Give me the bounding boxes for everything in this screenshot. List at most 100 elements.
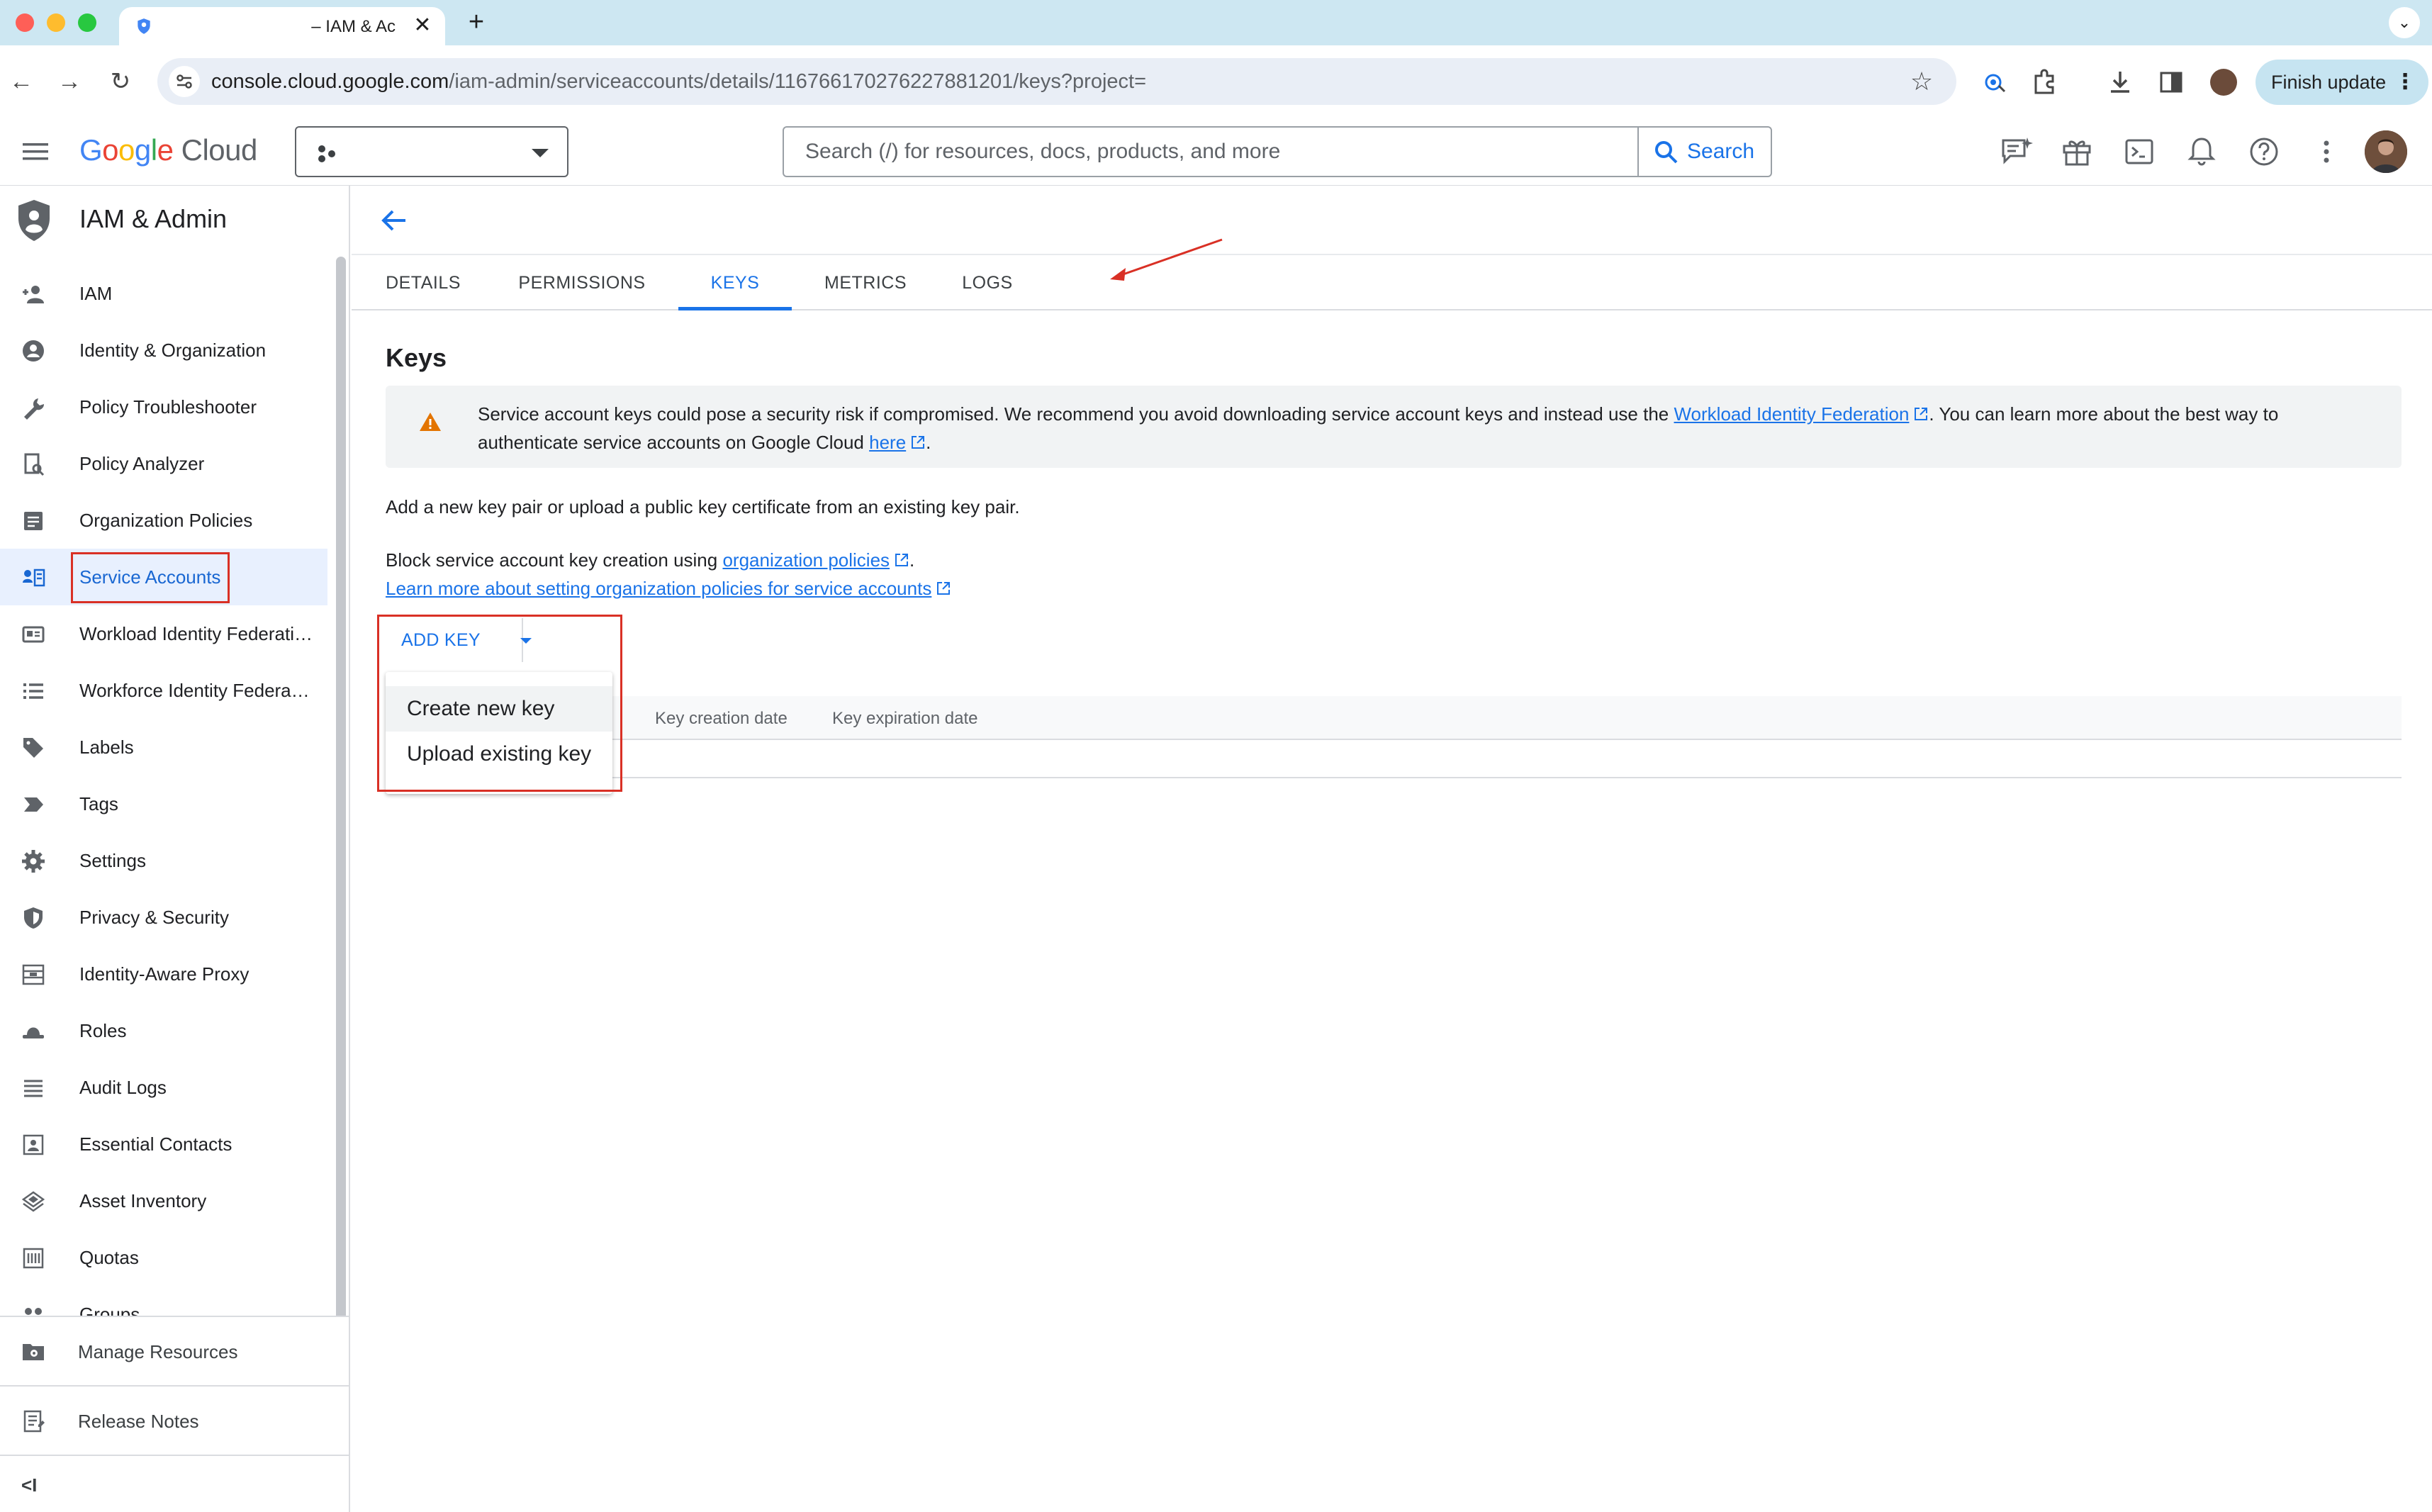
- chevron-down-icon: [532, 149, 549, 157]
- chat-spark-icon[interactable]: [1999, 135, 2033, 169]
- extensions-puzzle-icon[interactable]: [2029, 66, 2061, 99]
- sidebar-item-iam[interactable]: IAM: [0, 265, 327, 322]
- tab-details[interactable]: DETAILS: [386, 255, 461, 310]
- sidebar-item-label: Policy Troubleshooter: [79, 396, 257, 418]
- logo-letter: o: [118, 133, 135, 167]
- sidebar-item-label: Workforce Identity Federation: [79, 680, 313, 701]
- help-icon[interactable]: [2247, 135, 2281, 169]
- cloud-shell-icon[interactable]: [2122, 135, 2156, 169]
- workload-identity-federation-link[interactable]: Workload Identity Federation: [1674, 403, 1909, 425]
- address-bar[interactable]: console.cloud.google.com/iam-admin/servi…: [157, 58, 1956, 105]
- collapse-sidebar-button[interactable]: <I: [21, 1474, 37, 1496]
- sidebar-item-asset-inventory[interactable]: Asset Inventory: [0, 1172, 327, 1229]
- sidebar-item-privacy-security[interactable]: Privacy & Security: [0, 889, 327, 946]
- sidebar-item-label: Asset Inventory: [79, 1190, 207, 1211]
- annotation-highlight-box: [71, 552, 230, 603]
- sidebar-item-tags[interactable]: Tags: [0, 775, 327, 832]
- annotation-highlight-box: [377, 615, 622, 792]
- column-header-key-creation-date[interactable]: Key creation date: [655, 709, 788, 729]
- learn-more-here-link[interactable]: here: [869, 432, 906, 453]
- browser-toolbar: ← → ↻ console.cloud.google.com/iam-admin…: [0, 45, 2432, 118]
- column-header-key-expiration-date[interactable]: Key expiration date: [832, 709, 977, 729]
- sidebar-item-identity-aware-proxy[interactable]: Identity-Aware Proxy: [0, 946, 327, 1002]
- browser-tab[interactable]: – IAM & Ac ✕: [119, 7, 445, 45]
- quota-icon: [23, 1248, 44, 1269]
- sidebar-item-label: Tags: [79, 793, 118, 814]
- warning-text-part: .: [926, 432, 931, 453]
- folder-gear-icon: [23, 1344, 44, 1360]
- sidebar-item-label: Manage Resources: [78, 1341, 238, 1362]
- shield-icon: [24, 907, 43, 929]
- menu-hamburger-icon[interactable]: [20, 136, 51, 167]
- finish-update-button[interactable]: Finish update ⋮: [2256, 60, 2428, 105]
- layers-icon: [21, 1191, 45, 1212]
- window-close-button[interactable]: [16, 13, 34, 32]
- logo-cloud-word: Cloud: [181, 133, 258, 167]
- window-minimize-button[interactable]: [47, 13, 65, 32]
- security-warning-banner: Service account keys could pose a securi…: [386, 386, 2402, 468]
- download-icon[interactable]: [2104, 66, 2136, 99]
- avatar-person-icon: [2365, 130, 2407, 173]
- learn-more-org-policies-link[interactable]: Learn more about setting organization po…: [386, 578, 931, 599]
- bell-icon[interactable]: [2185, 135, 2219, 169]
- sidebar-collapse-row: <I: [0, 1455, 349, 1512]
- reload-button[interactable]: ↻: [103, 65, 138, 99]
- document-list-icon: [24, 512, 43, 530]
- sidebar-item-identity-organization[interactable]: Identity & Organization: [0, 322, 327, 379]
- back-arrow-icon[interactable]: [377, 203, 413, 238]
- tab-search-menu-button[interactable]: ⌄: [2389, 7, 2420, 38]
- sidebar-item-settings[interactable]: Settings: [0, 832, 327, 889]
- sidebar-item-labels[interactable]: Labels: [0, 719, 327, 775]
- sidebar-item-manage-resources[interactable]: Manage Resources: [0, 1316, 349, 1385]
- sidebar-scrollbar[interactable]: [336, 257, 346, 1360]
- url-text[interactable]: console.cloud.google.com/iam-admin/servi…: [211, 70, 1146, 94]
- external-link-icon: [937, 582, 951, 595]
- update-menu-icon: ⋮: [2394, 70, 2416, 94]
- notes-icon: [23, 1410, 45, 1433]
- search-button[interactable]: Search: [1637, 128, 1771, 176]
- bookmark-star-icon[interactable]: ☆: [1905, 65, 1938, 98]
- more-vert-icon[interactable]: [2309, 135, 2343, 169]
- sidebar-item-organization-policies[interactable]: Organization Policies: [0, 492, 327, 549]
- sidebar-item-label: Organization Policies: [79, 510, 253, 531]
- sidebar-item-audit-logs[interactable]: Audit Logs: [0, 1059, 327, 1116]
- google-cloud-logo[interactable]: Google Cloud: [79, 133, 257, 167]
- sidebar-header: IAM & Admin: [0, 186, 349, 254]
- new-tab-button[interactable]: +: [461, 7, 492, 38]
- sidebar-item-policy-troubleshooter[interactable]: Policy Troubleshooter: [0, 379, 327, 435]
- organization-policies-link[interactable]: organization policies: [722, 549, 890, 571]
- logo-letter: l: [150, 133, 157, 167]
- policy-doc-icon: [24, 453, 45, 476]
- wrench-icon: [24, 398, 45, 420]
- forward-button[interactable]: →: [52, 65, 86, 99]
- gift-icon[interactable]: [2060, 135, 2094, 169]
- main-content: DETAILS PERMISSIONS KEYS METRICS LOGS Ke…: [352, 186, 2432, 1512]
- search-button-label: Search: [1687, 140, 1755, 163]
- back-button[interactable]: ←: [4, 65, 38, 99]
- url-host: console.cloud.google.com: [211, 70, 449, 93]
- site-settings-icon[interactable]: [167, 65, 201, 99]
- keys-table-header: Key creation date Key expiration date: [386, 696, 2402, 740]
- sidebar-item-quotas[interactable]: Quotas: [0, 1229, 327, 1286]
- sidebar-item-policy-analyzer[interactable]: Policy Analyzer: [0, 435, 327, 492]
- finish-update-label: Finish update: [2271, 72, 2387, 93]
- sidebar: IAM & Admin IAM Identity & Organization …: [0, 186, 350, 1512]
- search-icon: [1655, 141, 1678, 164]
- search-input[interactable]: [784, 128, 1639, 176]
- sidebar-item-workload-identity-federation[interactable]: Workload Identity Federation: [0, 605, 327, 662]
- tab-close-icon[interactable]: ✕: [410, 13, 435, 38]
- password-key-icon[interactable]: [1979, 66, 2012, 99]
- sidebar-item-release-notes[interactable]: Release Notes: [0, 1385, 349, 1455]
- browser-profile-avatar[interactable]: [2210, 69, 2237, 96]
- window-zoom-button[interactable]: [78, 13, 96, 32]
- sidebar-item-roles[interactable]: Roles: [0, 1002, 327, 1059]
- sidebar-item-label: Quotas: [79, 1247, 139, 1268]
- sidebar-item-workforce-identity-federation[interactable]: Workforce Identity Federation: [0, 662, 327, 719]
- avatar[interactable]: [2365, 130, 2407, 173]
- project-picker[interactable]: [295, 126, 568, 177]
- external-link-icon: [895, 554, 909, 566]
- tab-permissions[interactable]: PERMISSIONS: [517, 255, 646, 310]
- sidebar-item-essential-contacts[interactable]: Essential Contacts: [0, 1116, 327, 1172]
- logo-letter: e: [157, 133, 174, 167]
- side-panel-icon[interactable]: [2155, 66, 2187, 99]
